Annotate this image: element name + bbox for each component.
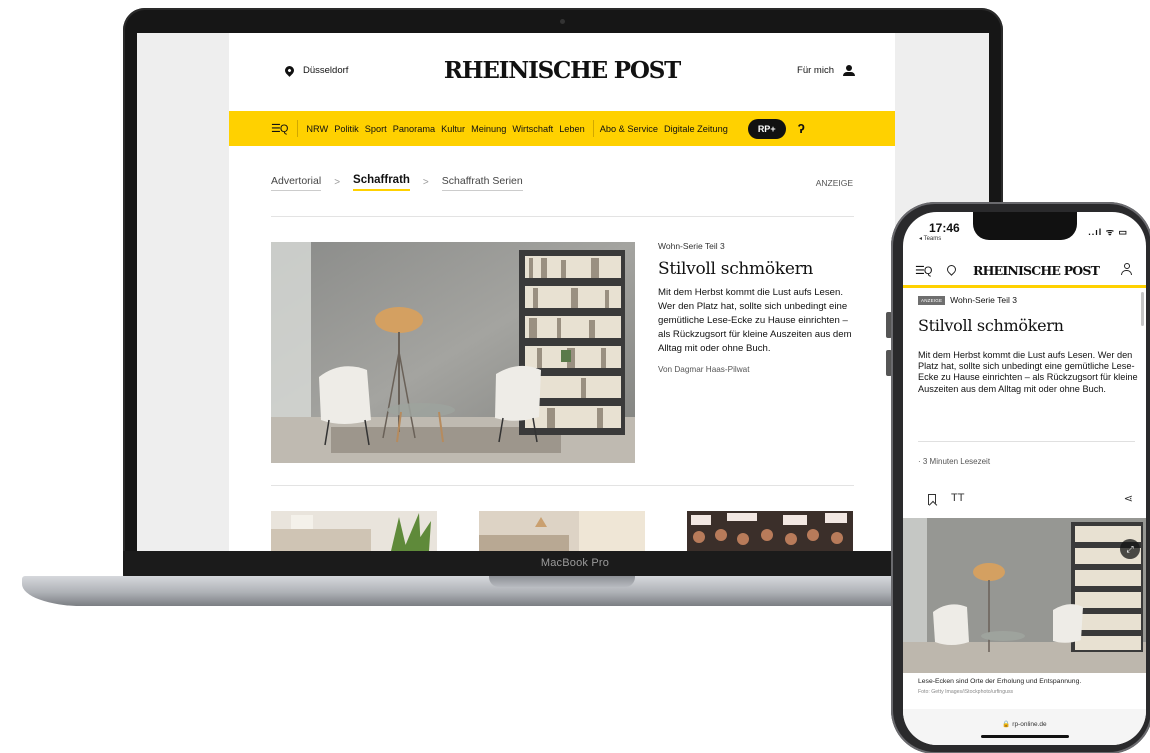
article-kicker: Wohn-Serie Teil 3	[950, 295, 1017, 305]
article-teaser[interactable]: Wohn-Serie Teil 3 Stilvoll schmökern Mit…	[658, 241, 858, 374]
home-indicator[interactable]	[981, 735, 1069, 738]
image-caption: Lese-Ecken sind Orte der Erholung und En…	[918, 678, 1082, 685]
divider	[918, 441, 1135, 442]
nav-item-kultur[interactable]: Kultur	[441, 124, 465, 134]
chevron-right-icon: >	[422, 177, 429, 188]
nav-item-meinung[interactable]: Meinung	[471, 124, 506, 134]
site-logo[interactable]: RHEINISCHE POST	[973, 263, 1100, 278]
article-title[interactable]: Stilvoll schmökern	[658, 259, 858, 279]
laptop-opening-notch	[489, 576, 635, 587]
breadcrumb-advertorial[interactable]: Advertorial	[271, 175, 322, 191]
image-credit: Foto: Getty Images/iStockphoto/urfinguss	[918, 689, 1014, 695]
phone-screen: 17:46 ◂ Teams ..ıl ᯤ ▭ ☰Q RHEINISCHE POS…	[903, 212, 1146, 745]
nav-item-wirtschaft[interactable]: Wirtschaft	[512, 124, 553, 134]
breadcrumb-schaffrath[interactable]: Schaffrath	[353, 174, 410, 191]
nav-item-sport[interactable]: Sport	[365, 124, 387, 134]
teaser-thumbnail[interactable]	[479, 511, 645, 551]
nav-extra-icon[interactable]: ʔ	[798, 121, 805, 136]
brand-accent-line	[903, 285, 1146, 288]
url-text[interactable]: 🔒 rp-online.de	[903, 720, 1146, 728]
user-icon[interactable]	[1121, 263, 1132, 275]
share-icon[interactable]: ⋖	[1124, 492, 1133, 505]
expand-image-icon[interactable]: ⤢	[1120, 539, 1140, 559]
article-teaser-text: Mit dem Herbst kommt die Lust aufs Lesen…	[658, 287, 852, 354]
teaser-thumbnail[interactable]	[687, 511, 853, 551]
article-image[interactable]	[903, 518, 1146, 673]
menu-search-icon[interactable]: ☰Q	[271, 122, 288, 135]
user-menu[interactable]: Für mich	[797, 65, 855, 76]
article-kicker: Wohn-Serie Teil 3	[658, 241, 725, 251]
divider	[271, 216, 854, 217]
rp-plus-button[interactable]: RP+	[747, 118, 786, 139]
breadcrumb-schaffrath-serien[interactable]: Schaffrath Serien	[441, 175, 523, 191]
status-time: 17:46	[929, 221, 960, 235]
status-indicators-icon: ..ıl ᯤ ▭	[1088, 227, 1128, 237]
ad-badge: ANZEIGE	[918, 295, 946, 305]
nav-item-leben[interactable]: Leben	[559, 124, 585, 134]
article-hero-image[interactable]	[271, 242, 635, 463]
crowd-photo	[687, 511, 853, 551]
living-room-photo	[271, 511, 437, 551]
user-menu-label: Für mich	[797, 65, 834, 76]
rp-webpage: Düsseldorf RHEINISCHE POST Für mich ☰Q N…	[229, 33, 895, 551]
mobile-site-header: ☰Q RHEINISCHE POST	[903, 252, 1146, 285]
site-logo[interactable]: RHEINISCHE POST	[229, 57, 895, 84]
menu-search-icon[interactable]: ☰Q	[915, 264, 932, 277]
nav-item-panorama[interactable]: Panorama	[393, 124, 435, 134]
laptop-screen: Düsseldorf RHEINISCHE POST Für mich ☰Q N…	[137, 33, 989, 551]
user-icon	[843, 65, 855, 76]
nav-item-abo-service[interactable]: Abo & Service	[600, 124, 658, 134]
nav-item-politik[interactable]: Politik	[334, 124, 359, 134]
nav-divider	[297, 120, 299, 137]
location-pin-icon[interactable]	[945, 263, 958, 276]
nav-item-nrw[interactable]: NRW	[306, 124, 328, 134]
chevron-right-icon: >	[334, 177, 341, 188]
article-title: Stilvoll schmökern	[918, 316, 1064, 335]
read-time: · 3 Minuten Lesezeit	[918, 457, 991, 466]
text-size-icon[interactable]: TT	[951, 492, 964, 504]
laptop-camera	[560, 19, 565, 24]
reading-corner-photo	[271, 242, 635, 463]
main-nav: ☰Q NRW Politik Sport Panorama Kultur Mei…	[229, 111, 895, 146]
nav-item-digitale-zeitung[interactable]: Digitale Zeitung	[664, 124, 728, 134]
back-to-app-link[interactable]: ◂ Teams	[919, 235, 941, 242]
article-teaser-text: Mit dem Herbst kommt die Lust aufs Lesen…	[918, 350, 1138, 394]
article-kicker-row: ANZEIGE Wohn-Serie Teil 3	[918, 295, 1138, 305]
bookmark-icon[interactable]	[928, 494, 936, 505]
divider	[271, 485, 854, 486]
breadcrumb: Advertorial > Schaffrath > Schaffrath Se…	[271, 174, 523, 191]
article-toolbar: TT ⋖	[918, 492, 1133, 508]
scrollbar[interactable]	[1141, 292, 1144, 326]
site-header: Düsseldorf RHEINISCHE POST Für mich	[229, 33, 895, 111]
reading-corner-photo	[903, 518, 1146, 673]
phone-notch	[973, 212, 1077, 240]
nav-divider	[592, 120, 594, 137]
mobile-article: ANZEIGE Wohn-Serie Teil 3 Stilvoll schmö…	[918, 295, 1138, 395]
ad-label: ANZEIGE	[815, 178, 853, 188]
teaser-thumbnail[interactable]	[271, 511, 437, 551]
article-author: Von Dagmar Haas-Pilwat	[658, 364, 750, 374]
interior-photo	[479, 511, 645, 551]
